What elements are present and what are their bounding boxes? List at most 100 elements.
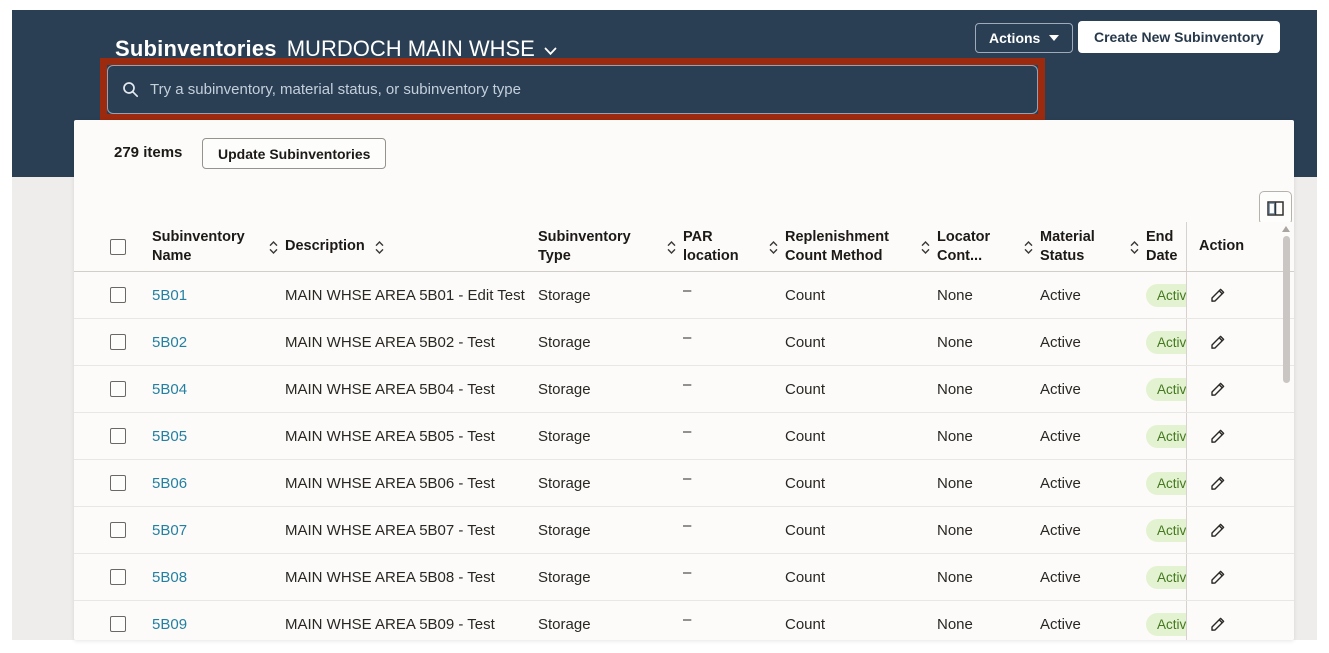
par-location-value: – — [683, 610, 692, 628]
end-date-cell: Active — [1146, 601, 1186, 640]
pencil-icon — [1211, 429, 1225, 443]
row-checkbox[interactable] — [110, 616, 126, 632]
row-checkbox[interactable] — [110, 475, 126, 491]
column-header-par-location[interactable]: PAR location — [683, 222, 785, 271]
content-card: 279 items Update Subinventories Subinven… — [74, 120, 1294, 640]
par-location-cell: – — [683, 413, 785, 459]
locator-control-cell: None — [937, 380, 973, 398]
subinventory-link[interactable]: 5B07 — [152, 522, 187, 539]
scroll-up-arrow-icon[interactable] — [1282, 226, 1290, 232]
action-cell — [1186, 366, 1294, 412]
material-status-cell: Active — [1040, 474, 1081, 492]
sort-icon[interactable] — [1129, 240, 1140, 254]
search-bar[interactable] — [107, 65, 1038, 114]
column-header-label: Replenishment Count Method — [785, 229, 889, 264]
column-header-material-status[interactable]: Material Status — [1040, 222, 1146, 271]
row-checkbox[interactable] — [110, 428, 126, 444]
subinventory-type-cell: Storage — [538, 380, 591, 398]
table-row: 5B02 MAIN WHSE AREA 5B02 - Test Storage … — [74, 319, 1294, 366]
action-cell — [1186, 272, 1294, 318]
edit-button[interactable] — [1209, 287, 1226, 304]
column-header-label: Action — [1199, 238, 1245, 255]
par-location-cell: – — [683, 507, 785, 553]
search-icon — [123, 82, 139, 98]
description-cell: MAIN WHSE AREA 5B08 - Test — [285, 568, 495, 586]
subinventory-name-cell: 5B08 — [152, 554, 285, 600]
sort-icon[interactable] — [1023, 240, 1034, 254]
scrollbar-thumb[interactable] — [1282, 236, 1290, 383]
par-location-cell: – — [683, 366, 785, 412]
create-new-subinventory-button[interactable]: Create New Subinventory — [1078, 21, 1280, 53]
subinventory-link[interactable]: 5B02 — [152, 334, 187, 351]
column-header-subinventory-type[interactable]: Subinventory Type — [538, 222, 683, 271]
row-checkbox[interactable] — [110, 522, 126, 538]
action-cell — [1186, 460, 1294, 506]
description-cell: MAIN WHSE AREA 5B01 - Edit Test — [285, 286, 525, 304]
edit-button[interactable] — [1209, 616, 1226, 633]
description-cell: MAIN WHSE AREA 5B05 - Test — [285, 427, 495, 445]
search-input[interactable] — [150, 81, 1023, 98]
subinventory-name-cell: 5B07 — [152, 507, 285, 553]
locator-control-cell: None — [937, 333, 973, 351]
row-select-cell — [94, 319, 152, 365]
update-subinventories-button[interactable]: Update Subinventories — [202, 138, 387, 169]
column-header-description[interactable]: Description — [285, 222, 538, 271]
status-badge: Active — [1146, 565, 1186, 589]
locator-control-cell: None — [937, 427, 973, 445]
actions-menu-label: Actions — [989, 30, 1041, 46]
vertical-scrollbar[interactable] — [1280, 226, 1292, 640]
manage-columns-button[interactable] — [1259, 191, 1292, 225]
par-location-cell: – — [683, 319, 785, 365]
subinventory-type-cell: Storage — [538, 286, 591, 304]
row-checkbox[interactable] — [110, 381, 126, 397]
replenishment-count-method-cell: Count — [785, 615, 826, 633]
sort-icon[interactable] — [920, 240, 931, 254]
edit-button[interactable] — [1209, 381, 1226, 398]
edit-button[interactable] — [1209, 522, 1226, 539]
edit-button[interactable] — [1209, 475, 1226, 492]
subinventory-link[interactable]: 5B01 — [152, 287, 187, 304]
par-location-cell: – — [683, 272, 785, 318]
description-cell: MAIN WHSE AREA 5B02 - Test — [285, 333, 495, 351]
subinventory-link[interactable]: 5B04 — [152, 381, 187, 398]
pencil-icon — [1211, 523, 1225, 537]
sort-icon[interactable] — [768, 240, 779, 254]
sort-icon[interactable] — [666, 240, 677, 254]
subinventory-type-cell: Storage — [538, 568, 591, 586]
material-status-cell: Active — [1040, 333, 1081, 351]
table-row: 5B06 MAIN WHSE AREA 5B06 - Test Storage … — [74, 460, 1294, 507]
pencil-icon — [1211, 382, 1225, 396]
subinventory-type-cell: Storage — [538, 521, 591, 539]
end-date-cell: Active — [1146, 272, 1186, 318]
table-row: 5B01 MAIN WHSE AREA 5B01 - Edit Test Sto… — [74, 272, 1294, 319]
column-header-label: Locator Cont... — [937, 229, 991, 264]
edit-button[interactable] — [1209, 428, 1226, 445]
row-checkbox[interactable] — [110, 334, 126, 350]
sort-icon[interactable] — [374, 240, 385, 254]
status-badge: Active — [1146, 612, 1186, 636]
subinventory-link[interactable]: 5B05 — [152, 428, 187, 445]
subinventory-name-cell: 5B06 — [152, 460, 285, 506]
row-select-cell — [94, 507, 152, 553]
subinventory-link[interactable]: 5B09 — [152, 616, 187, 633]
column-header-end-date[interactable]: End Date — [1146, 222, 1186, 271]
table-row: 5B05 MAIN WHSE AREA 5B05 - Test Storage … — [74, 413, 1294, 460]
select-all-checkbox[interactable] — [110, 238, 126, 255]
material-status-cell: Active — [1040, 521, 1081, 539]
column-header-replenishment-count-method[interactable]: Replenishment Count Method — [785, 222, 937, 271]
search-highlight-annotation — [100, 58, 1045, 121]
sort-icon[interactable] — [268, 240, 279, 254]
column-header-locator-control[interactable]: Locator Cont... — [937, 222, 1040, 271]
row-checkbox[interactable] — [110, 569, 126, 585]
row-select-cell — [94, 366, 152, 412]
subinventory-link[interactable]: 5B06 — [152, 475, 187, 492]
edit-button[interactable] — [1209, 334, 1226, 351]
action-cell — [1186, 319, 1294, 365]
status-badge: Active — [1146, 283, 1186, 307]
edit-button[interactable] — [1209, 569, 1226, 586]
subinventory-link[interactable]: 5B08 — [152, 569, 187, 586]
actions-menu-button[interactable]: Actions — [975, 23, 1074, 53]
column-header-subinventory-name[interactable]: Subinventory Name — [152, 222, 285, 271]
row-checkbox[interactable] — [110, 287, 126, 303]
table-row: 5B07 MAIN WHSE AREA 5B07 - Test Storage … — [74, 507, 1294, 554]
